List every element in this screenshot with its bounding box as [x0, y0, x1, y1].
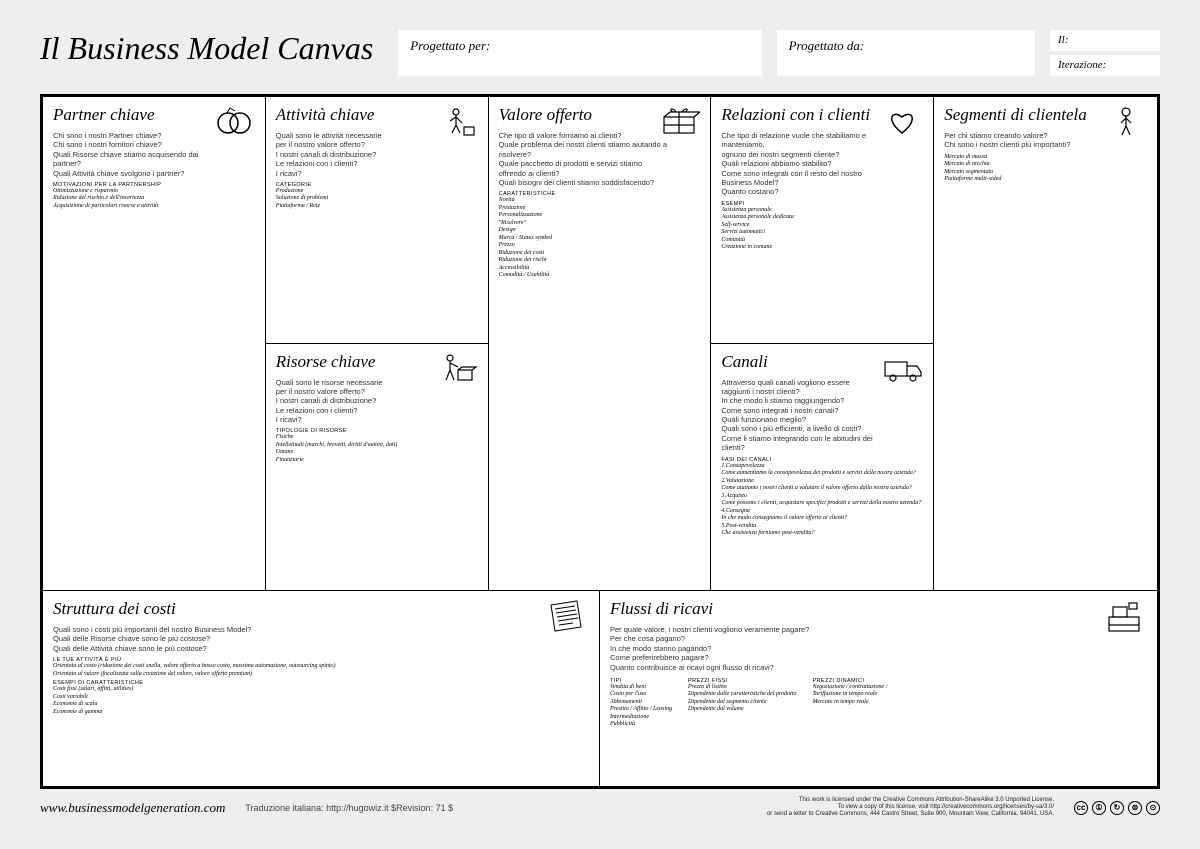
designed-for-field[interactable]: Progettato per:: [398, 30, 761, 76]
header-bar: Il Business Model Canvas Progettato per:…: [40, 30, 1160, 76]
block-questions: Chi sono i nostri Partner chiave? Chi so…: [53, 131, 225, 178]
invoice-icon: [541, 599, 589, 637]
block-title: Struttura dei costi: [53, 599, 589, 619]
page-title: Il Business Model Canvas: [40, 30, 373, 67]
cash-register-icon: [1099, 599, 1147, 637]
cat-list: Produzione Soluzione di problemi Piattaf…: [276, 188, 478, 211]
block-activities: Attività chiave Quali sono le attività n…: [266, 97, 488, 343]
cat-list: Assistenza personale Assistenza personal…: [721, 207, 923, 252]
block-questions: Quali sono le attività necessarie per il…: [276, 131, 448, 178]
canvas-frame: Partner chiave Chi sono i nostri Partner…: [40, 94, 1160, 789]
cat-list: 1.Consapevolezza Come aumentiamo la cons…: [721, 463, 923, 538]
cat-list: Vendita di beni Costo per l'uso Abboname…: [610, 684, 672, 729]
cat-list: Mercato di massa Mercato di nicchia Merc…: [944, 154, 1147, 184]
person-icon: [1105, 105, 1147, 137]
block-channels: Canali Attraverso quali canali vogliono …: [711, 344, 933, 591]
footer-bar: www.businessmodelgeneration.com Traduzio…: [40, 797, 1160, 819]
block-resources: Risorse chiave Quali sono le risorse nec…: [266, 344, 488, 591]
block-revenue: Flussi di ricavi Per quale valore, i nos…: [600, 591, 1157, 786]
block-partners: Partner chiave Chi sono i nostri Partner…: [43, 97, 265, 590]
block-questions: Per quale valore, i nostri clienti vogli…: [610, 625, 1066, 672]
date-field[interactable]: Il:: [1050, 30, 1160, 51]
cc-icons: cc ① ↻ ⊜ ⊙: [1074, 801, 1160, 815]
cc-icon: cc: [1074, 801, 1088, 815]
block-questions: Attraverso quali canali vogliono essere …: [721, 378, 893, 453]
footer-license: This work is licensed under the Creative…: [767, 797, 1054, 819]
rings-icon: [213, 105, 255, 137]
block-segments: Segmenti di clientela Per chi stiamo cre…: [934, 97, 1157, 590]
cat-list: Orientata al costo (riduzione dei costi …: [53, 663, 589, 678]
designed-by-field[interactable]: Progettato da:: [777, 30, 1035, 76]
block-relationships: Relazioni con i clienti Che tipo di rela…: [711, 97, 933, 343]
footer-translation: Traduzione italiana: http://hugowiz.it $…: [245, 803, 453, 813]
cat-list: Negoziazione / contrattazione / Tariffaz…: [812, 684, 887, 707]
worker-icon: [436, 105, 478, 137]
cat-list: Ottimizzazione e risparmio Riduzione del…: [53, 188, 255, 211]
iteration-field[interactable]: Iterazione:: [1050, 55, 1160, 76]
truck-icon: [881, 352, 923, 384]
by-icon: ①: [1092, 801, 1106, 815]
cc-extra-icon: ⊜: [1128, 801, 1142, 815]
cat-list: Prezzo di listino Dipendente dalle carat…: [688, 684, 796, 714]
heart-icon: [881, 105, 923, 137]
cat-list: Costi fissi (salari, affitti, utilities)…: [53, 686, 589, 716]
carry-box-icon: [436, 352, 478, 384]
block-questions: Quali sono i costi più importanti del no…: [53, 625, 509, 653]
block-costs: Struttura dei costi Quali sono i costi p…: [43, 591, 599, 786]
block-questions: Quali sono le risorse necessarie per il …: [276, 378, 448, 425]
footer-site: www.businessmodelgeneration.com: [40, 800, 225, 816]
block-questions: Per chi stiamo creando valore? Chi sono …: [944, 131, 1116, 150]
cc-extra2-icon: ⊙: [1146, 801, 1160, 815]
sa-icon: ↻: [1110, 801, 1124, 815]
gift-icon: [658, 105, 700, 137]
cat-list: Fisiche Intellettuali (marchi, brevetti,…: [276, 434, 478, 464]
cat-list: Novità Prestazioni Personalizzazione "Ri…: [499, 197, 701, 280]
block-questions: Che tipo di relazione vuole che stabilia…: [721, 131, 893, 197]
block-value: Valore offerto Che tipo di valore fornia…: [489, 97, 711, 590]
block-title: Flussi di ricavi: [610, 599, 1147, 619]
block-questions: Che tipo di valore forniamo ai clienti? …: [499, 131, 671, 187]
